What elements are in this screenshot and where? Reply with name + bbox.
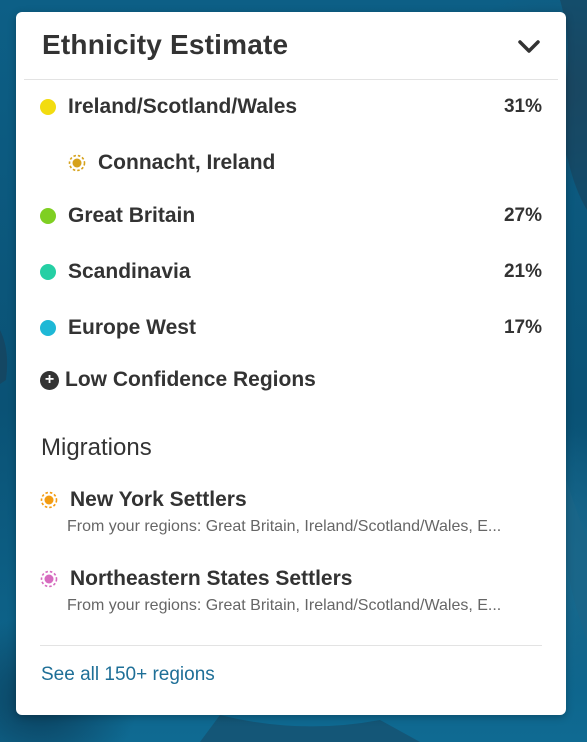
- region-name: Scandinavia: [68, 260, 191, 283]
- panel-title: Ethnicity Estimate: [42, 29, 289, 60]
- region-name: Europe West: [68, 316, 196, 339]
- region-row-europe-west[interactable]: Europe West 17%: [40, 313, 542, 343]
- region-name: Ireland/Scotland/Wales: [68, 95, 298, 118]
- migration-item-northeastern-states-settlers[interactable]: Northeastern States Settlers From your r…: [40, 567, 542, 615]
- ethnicity-estimate-panel: Ethnicity Estimate Ireland/Scotland/Wale…: [16, 12, 566, 715]
- region-row-great-britain[interactable]: Great Britain 27%: [40, 201, 542, 231]
- region-percent: 27%: [503, 205, 542, 226]
- region-color-dot: [40, 264, 56, 280]
- collapse-button[interactable]: [514, 32, 544, 62]
- migration-detail: From your regions: Great Britain, Irelan…: [67, 597, 502, 614]
- low-confidence-label: Low Confidence Regions: [65, 368, 316, 391]
- chevron-down-icon: [518, 40, 540, 53]
- region-name: Great Britain: [68, 204, 196, 227]
- region-color-dot: [40, 320, 56, 336]
- region-color-dot: [40, 208, 56, 224]
- subregion-name: Connacht, Ireland: [98, 151, 276, 174]
- region-percent: 17%: [503, 317, 542, 338]
- region-color-dot: [40, 99, 56, 115]
- subregion-row-connacht[interactable]: Connacht, Ireland: [68, 148, 542, 178]
- plus-circle-icon: +: [40, 370, 59, 390]
- panel-header: Ethnicity Estimate: [24, 12, 558, 80]
- region-row-ireland-scotland-wales[interactable]: Ireland/Scotland/Wales 31%: [40, 92, 542, 122]
- region-percent: 21%: [503, 261, 542, 282]
- region-row-scandinavia[interactable]: Scandinavia 21%: [40, 257, 542, 287]
- see-all-regions-link[interactable]: See all 150+ regions: [41, 664, 215, 686]
- migration-detail: From your regions: Great Britain, Irelan…: [67, 518, 502, 535]
- migration-ring-icon: [40, 570, 58, 588]
- subregion-ring-icon: [68, 154, 86, 172]
- migration-ring-icon: [40, 491, 58, 509]
- region-percent: 31%: [503, 96, 542, 117]
- migration-name: New York Settlers: [70, 488, 247, 511]
- footer-divider: [40, 645, 542, 646]
- migration-item-new-york-settlers[interactable]: New York Settlers From your regions: Gre…: [40, 488, 542, 536]
- migrations-title: Migrations: [41, 434, 152, 461]
- migration-name: Northeastern States Settlers: [70, 567, 353, 590]
- low-confidence-regions-toggle[interactable]: + Low Confidence Regions: [40, 368, 316, 392]
